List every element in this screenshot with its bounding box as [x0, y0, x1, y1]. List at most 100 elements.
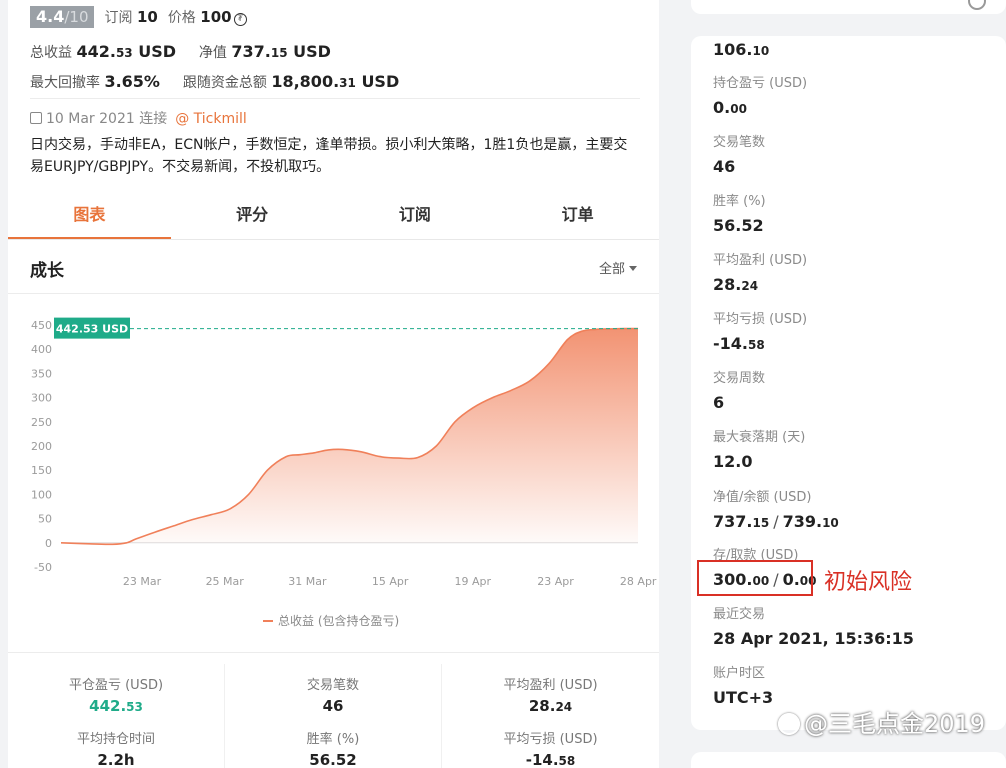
side-stat-label: 最大衰落期 (天)	[713, 430, 806, 445]
last-trade-value: 28 Apr 2021, 15:36:15	[713, 629, 914, 648]
stat-label: 交易笔数	[306, 678, 359, 693]
calendar-icon	[30, 112, 42, 124]
rating-value: 4.4	[36, 7, 65, 26]
side-stat-value: 46	[713, 157, 736, 176]
side-stat-value: 28.24	[713, 275, 759, 294]
tab-chart[interactable]: 图表	[8, 192, 171, 239]
x-tick-label: 23 Apr	[537, 575, 574, 588]
equity-value: 737.15/739.10	[713, 512, 839, 531]
stat-cell: 交易笔数 46	[225, 664, 442, 718]
watermark-logo-icon	[778, 713, 800, 735]
timezone-label: 账户时区	[713, 666, 766, 681]
watermark-text: @三毛点金2019	[804, 710, 986, 738]
stat-value: -14.58	[525, 751, 576, 768]
x-axis-ticks: 23 Mar 25 Mar 31 Mar 15 Apr 19 Apr 23 Apr 28 A…	[123, 575, 657, 588]
x-tick-label: 31 Mar	[288, 575, 327, 588]
side-stat-label: 平均亏损 (USD)	[713, 312, 808, 327]
x-tick-label: 23 Mar	[123, 575, 162, 588]
equity-balance: 净值/余额 (USD) 737.15/739.10	[713, 486, 839, 531]
stats-grid: 平仓盈亏 (USD) 442.53 交易笔数 46 平均盈利 (USD) 28.24 平均持…	[8, 664, 659, 768]
coin-icon: ₮	[233, 13, 247, 26]
subscriptions-label: 订阅	[104, 10, 133, 26]
tab-orders[interactable]: 订单	[496, 192, 659, 239]
net-value-value: 737.15 USD	[231, 42, 331, 61]
side-stat-value: -14.58	[713, 334, 765, 353]
y-tick-label: 200	[31, 440, 52, 453]
net-value-label: 净值	[198, 45, 227, 61]
total-profit-label: 总收益	[30, 45, 72, 61]
rating-row: 4.4/10 订阅 10 价格 100 ₮	[30, 6, 247, 28]
since-line: 10 Mar 2021 连接 @ Tickmill	[30, 108, 247, 128]
equity-label: 净值/余额 (USD)	[713, 490, 812, 505]
stat-value: 2.2h	[97, 751, 135, 768]
stat-label: 平均持仓时间	[76, 732, 155, 747]
current-value-marker: 442.53 USD	[54, 317, 638, 339]
stat-value: 56.52	[309, 751, 357, 768]
x-tick-label: 25 Mar	[206, 575, 245, 588]
subscriptions-value: 10	[136, 8, 158, 26]
stat-label: 平仓盈亏 (USD)	[68, 678, 164, 693]
range-value: 全部	[598, 262, 625, 277]
tab-bar: 图表 评分 订阅 订单	[8, 192, 659, 240]
last-trade-label: 最近交易	[713, 607, 766, 622]
stat-cell: 胜率 (%) 56.52	[225, 718, 442, 768]
legend-label: 总收益 (包含持仓盈亏)	[278, 613, 399, 628]
y-tick-label: 250	[31, 416, 52, 429]
growth-chart: 450 400 350 300 250 200 150 100 50 0 -50 23 Mar 25 …	[31, 317, 657, 628]
side-stat: 平均亏损 (USD) -14.58	[713, 308, 807, 353]
subscriptions: 订阅 10	[104, 7, 157, 27]
next-card	[691, 752, 1006, 768]
range-dropdown[interactable]: 全部	[599, 258, 637, 277]
growth-header: 成长 全部	[8, 240, 659, 294]
broker-link[interactable]: @ Tickmill	[175, 111, 247, 127]
side-stat: 平均盈利 (USD) 28.24	[713, 249, 807, 294]
y-tick-label: 400	[31, 343, 52, 356]
side-stat-label: 平均盈利 (USD)	[713, 253, 808, 268]
y-tick-label: 350	[31, 367, 52, 380]
timezone-value: UTC+3	[713, 688, 774, 707]
y-tick-label: 0	[45, 537, 52, 550]
side-stat-label: 交易周数	[713, 371, 766, 386]
stat-cell: 平均持仓时间 2.2h	[8, 718, 225, 768]
strategy-description: 日内交易，手动非EA，ECN帐户，手数恒定，逢单带损。损小利大策略，1胜1负也是…	[30, 137, 628, 175]
tab-rating[interactable]: 评分	[171, 192, 334, 239]
growth-title: 成长	[30, 261, 64, 281]
side-stat-label: 胜率 (%)	[713, 194, 766, 209]
since-date: 10 Mar 2021	[46, 111, 135, 127]
stat-label: 平均盈利 (USD)	[503, 678, 598, 693]
account-info-panel: 106.10 持仓盈亏 (USD) 0.00 交易笔数 46 胜率 (%) 56.52 平均…	[691, 36, 1006, 730]
total-profit-value: 442.53 USD	[76, 42, 177, 61]
max-drawdown-value: 3.65%	[104, 72, 160, 91]
search-box[interactable]	[691, 0, 1006, 14]
side-stat: 胜率 (%) 56.52	[713, 190, 766, 235]
last-trade: 最近交易 28 Apr 2021, 15:36:15	[713, 603, 914, 648]
y-tick-label: 150	[31, 464, 52, 477]
series-growth	[60, 327, 638, 546]
side-stat-value: 6	[713, 393, 725, 412]
risk-annotation: 初始风险	[824, 570, 913, 595]
side-stat: 交易周数 6	[713, 367, 765, 412]
price: 价格 100 ₮	[168, 7, 247, 27]
strategy-panel: 4.4/10 订阅 10 价格 100 ₮ 总收益 442.53 USD 净值 7…	[8, 0, 659, 768]
highlight-box	[697, 560, 813, 596]
side-stat-label: 持仓盈亏 (USD)	[713, 76, 808, 91]
y-tick-label: 100	[31, 488, 52, 501]
caret-down-icon	[629, 266, 637, 271]
watermark: @三毛点金2019	[778, 704, 985, 739]
side-top-value: 106.10	[713, 40, 770, 59]
tab-subscribe[interactable]: 订阅	[334, 192, 497, 239]
side-stat: 最大衰落期 (天) 12.0	[713, 426, 805, 471]
rating-max: /10	[64, 8, 89, 26]
side-stat-label: 交易笔数	[713, 135, 766, 150]
timezone: 账户时区 UTC+3	[713, 662, 773, 707]
y-tick-label: -50	[34, 561, 52, 574]
divider	[30, 98, 640, 99]
since-label: 连接	[139, 111, 168, 127]
stat-label: 胜率 (%)	[306, 732, 360, 747]
price-value: 100	[200, 8, 232, 26]
stat-value: 28.24	[528, 697, 573, 715]
profit-line: 总收益 442.53 USD 净值 737.15 USD	[30, 42, 331, 62]
chart-legend: 总收益 (包含持仓盈亏)	[263, 613, 399, 628]
side-stat-value: 56.52	[713, 216, 764, 235]
y-tick-label: 450	[31, 319, 52, 332]
